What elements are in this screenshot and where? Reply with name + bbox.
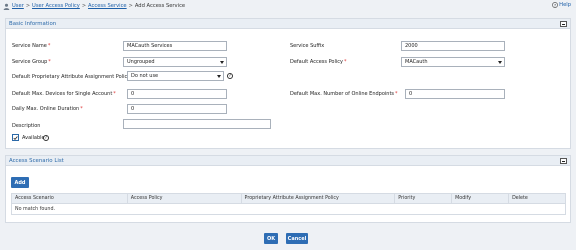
ok-button[interactable]: OK [264, 233, 278, 244]
panel-title: Basic Information [9, 20, 57, 27]
help-icon: ? [552, 2, 559, 8]
breadcrumb-separator: > [81, 3, 87, 9]
breadcrumb-current: Add Access Service [134, 3, 186, 9]
max-devices-input[interactable]: 0 [127, 89, 227, 99]
basic-information-header: Basic Information [6, 19, 570, 29]
service-suffix-label: Service Suffix [290, 43, 325, 49]
chevron-down-icon [498, 61, 502, 64]
available-label: Available [22, 135, 45, 141]
access-scenario-list-header: Access Scenario List [6, 156, 570, 166]
breadcrumb-separator: > [128, 3, 133, 9]
empty-message: No match found. [11, 203, 566, 215]
default-access-policy-value: MACauth [405, 59, 428, 65]
description-label: Description [12, 123, 41, 129]
column-header[interactable]: Priority [394, 193, 453, 204]
breadcrumb-separator: > [25, 3, 31, 9]
breadcrumb-user-access-policy[interactable]: User Access Policy [32, 3, 80, 9]
column-header[interactable]: Access Scenario [11, 193, 128, 204]
max-devices-label: Default Max. Devices for Single Account* [12, 91, 116, 97]
user-icon [3, 3, 10, 10]
add-button[interactable]: Add [11, 177, 29, 188]
service-group-select[interactable]: Ungrouped [123, 57, 227, 67]
default-access-policy-label: Default Access Policy* [290, 59, 347, 65]
help-label: Help [559, 2, 571, 8]
daily-max-input[interactable]: 0 [127, 104, 227, 114]
basic-information-panel: Basic Information Service Name* MACauth … [5, 18, 571, 149]
chevron-down-icon [220, 61, 224, 64]
breadcrumb-access-service[interactable]: Access Service [88, 3, 127, 9]
max-endpoints-input[interactable]: 0 [405, 89, 505, 99]
daily-max-label: Daily Max. Online Duration* [12, 106, 83, 112]
help-link[interactable]: ? Help [552, 2, 571, 8]
column-header: Delete [508, 193, 566, 204]
checkmark-icon [13, 135, 18, 140]
table-row: No match found. [11, 203, 566, 215]
cancel-button[interactable]: Cancel [286, 233, 308, 244]
service-name-label: Service Name* [12, 43, 51, 49]
breadcrumb: User > User Access Policy > Access Servi… [0, 0, 576, 12]
table-header-row: Access Scenario Access Policy Proprietar… [11, 193, 566, 204]
collapse-icon[interactable] [560, 21, 567, 27]
service-group-label: Service Group* [12, 59, 51, 65]
svg-text:?: ? [554, 2, 556, 7]
access-scenario-table: Access Scenario Access Policy Proprietar… [11, 193, 566, 215]
column-header: Modify [451, 193, 510, 204]
panel-title: Access Scenario List [9, 157, 64, 164]
collapse-icon[interactable] [560, 158, 567, 164]
column-header[interactable]: Proprietary Attribute Assignment Policy [240, 193, 396, 204]
description-input[interactable] [123, 119, 271, 129]
access-scenario-list-panel: Access Scenario List Add Access Scenario… [5, 155, 571, 223]
default-proprietary-label: Default Proprietary Attribute Assignment… [12, 74, 134, 80]
column-header[interactable]: Access Policy [126, 193, 242, 204]
breadcrumb-user[interactable]: User [12, 3, 24, 9]
default-proprietary-value: Do not use [131, 73, 159, 79]
service-suffix-input[interactable]: 2000 [401, 41, 505, 51]
question-icon[interactable]: ? [227, 73, 233, 79]
max-endpoints-label: Default Max. Number of Online Endpoints* [290, 91, 398, 97]
service-group-value: Ungrouped [127, 59, 155, 65]
question-icon[interactable]: ? [43, 135, 49, 141]
default-proprietary-select[interactable]: Do not use [127, 71, 224, 81]
available-checkbox[interactable] [12, 134, 19, 141]
chevron-down-icon [217, 75, 221, 78]
default-access-policy-select[interactable]: MACauth [401, 57, 505, 67]
service-name-input[interactable]: MACauth Services [123, 41, 227, 51]
